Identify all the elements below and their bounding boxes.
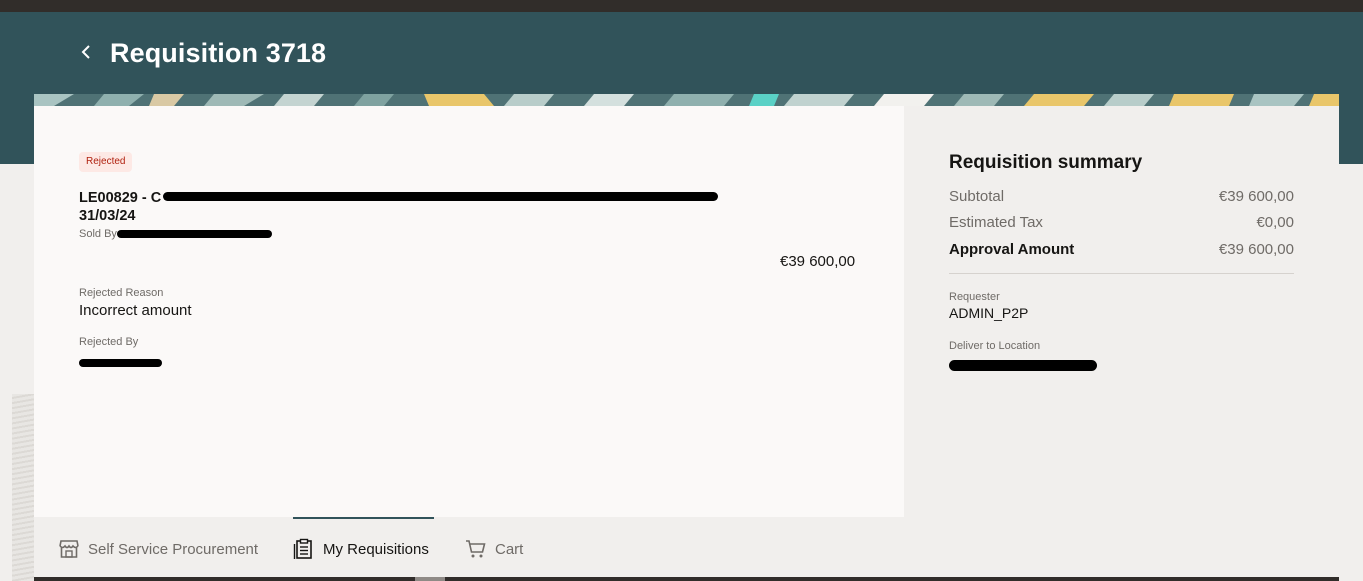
nav-self-service-procurement[interactable]: Self Service Procurement xyxy=(58,517,258,581)
tax-value: €0,00 xyxy=(1256,214,1294,231)
nav-cart[interactable]: Cart xyxy=(465,517,523,581)
line-item-title-line2: 31/03/24 xyxy=(79,208,136,224)
nav-my-requisitions-label: My Requisitions xyxy=(323,540,429,558)
approval-label: Approval Amount xyxy=(949,241,1075,258)
bottom-navigation: Self Service Procurement My Requisitions… xyxy=(34,517,1339,581)
nav-my-requisitions[interactable]: My Requisitions xyxy=(293,517,434,581)
line-item-title-prefix: LE00829 - C xyxy=(79,190,162,206)
redacted-text xyxy=(949,360,1097,372)
sold-by: Sold By xyxy=(79,228,272,240)
redacted-text xyxy=(163,191,719,201)
approval-row: Approval Amount €39 600,00 xyxy=(949,241,1294,258)
deliver-location-value xyxy=(949,357,1097,375)
back-button[interactable] xyxy=(74,40,98,64)
approval-value: €39 600,00 xyxy=(1218,241,1294,258)
requester-value: ADMIN_P2P xyxy=(949,305,1029,321)
banner-pattern xyxy=(34,94,1339,106)
nav-self-service-label: Self Service Procurement xyxy=(88,540,259,558)
tax-row: Estimated Tax €0,00 xyxy=(949,214,1294,231)
summary-title: Requisition summary xyxy=(949,152,1143,173)
redacted-text xyxy=(79,358,162,367)
chevron-left-icon xyxy=(81,45,90,59)
cart-icon xyxy=(466,540,486,558)
requisition-card xyxy=(34,106,1339,517)
nav-cart-label: Cart xyxy=(495,540,524,558)
status-badge: Rejected xyxy=(79,152,133,172)
clipboard-icon xyxy=(293,538,312,559)
summary-divider xyxy=(949,273,1294,274)
subtotal-value: €39 600,00 xyxy=(1218,188,1294,205)
redacted-text xyxy=(116,230,272,239)
storefront-icon xyxy=(59,540,79,558)
rejected-by-value xyxy=(79,354,162,372)
rejected-by-label: Rejected By xyxy=(79,336,139,348)
top-bar xyxy=(0,0,1363,12)
decorative-strip xyxy=(12,394,34,581)
line-price: €39 600,00 xyxy=(780,253,856,270)
line-item-title[interactable]: LE00829 - C 31/03/24 xyxy=(79,189,719,225)
deliver-location-label: Deliver to Location xyxy=(949,340,1041,352)
rejected-reason-label: Rejected Reason xyxy=(79,287,164,299)
page-title: Requisition 3718 xyxy=(110,38,327,68)
subtotal-label: Subtotal xyxy=(949,188,1005,205)
sold-by-label: Sold By xyxy=(79,228,117,240)
requester-label: Requester xyxy=(949,291,1000,303)
rejected-reason-value: Incorrect amount xyxy=(79,302,192,319)
scroll-indicator xyxy=(415,577,445,581)
bottom-bar xyxy=(34,577,1339,581)
subtotal-row: Subtotal €39 600,00 xyxy=(949,188,1294,205)
tax-label: Estimated Tax xyxy=(949,214,1043,231)
